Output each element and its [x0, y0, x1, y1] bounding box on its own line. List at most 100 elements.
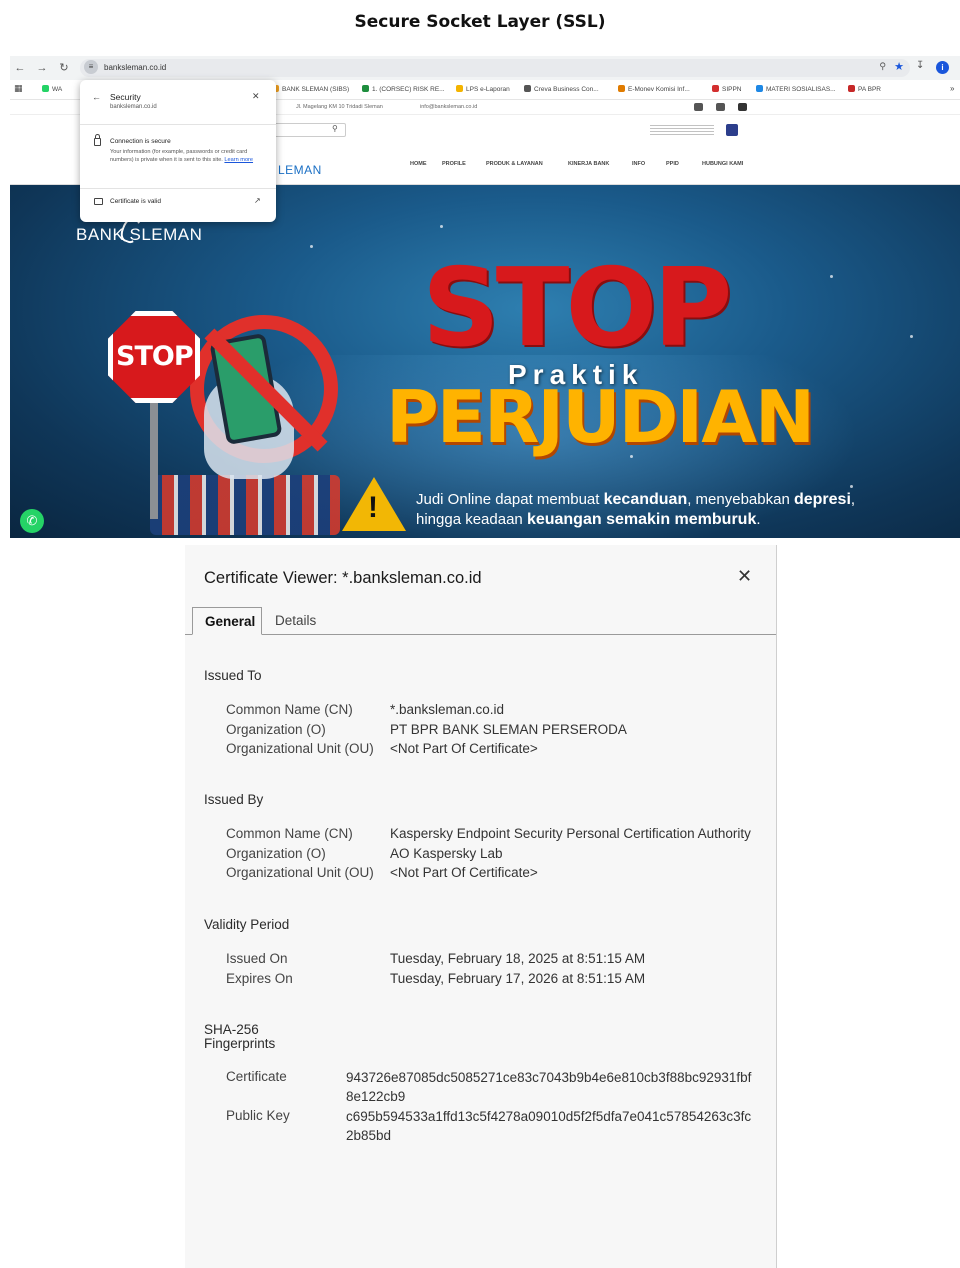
divider: [80, 188, 276, 189]
download-icon[interactable]: ↧: [916, 60, 924, 71]
stop-sign-text: STOP: [116, 341, 194, 372]
issued-to-cn-value: *.banksleman.co.id: [390, 702, 505, 717]
document-title: Secure Socket Layer (SSL): [354, 12, 606, 32]
lps-icon: [456, 85, 463, 92]
certificate-viewer: Certificate Viewer: *.banksleman.co.id ✕…: [185, 545, 777, 1268]
certificate-fingerprint-label: Certificate: [226, 1069, 287, 1084]
menu-kinerja-bank[interactable]: KINERJA BANK: [568, 161, 609, 167]
back-arrow-icon[interactable]: ←: [92, 92, 101, 102]
warning-exclamation: !: [368, 491, 378, 524]
hero-praktik-heading: Praktik: [508, 359, 644, 390]
bookmark-lps[interactable]: LPS e-Laporan: [456, 85, 510, 93]
learn-more-link[interactable]: Learn more: [224, 157, 253, 163]
menu-ppid[interactable]: PPID: [666, 161, 679, 167]
issued-on-label: Issued On: [226, 951, 288, 966]
sparkle: [910, 335, 913, 338]
profile-icon[interactable]: i: [936, 61, 949, 74]
certificate-icon: [94, 198, 103, 205]
fingerprints-heading: Fingerprints: [204, 1036, 276, 1051]
instagram-icon[interactable]: [694, 103, 703, 111]
expires-on-value: Tuesday, February 17, 2026 at 8:51:15 AM: [390, 971, 646, 986]
menu-hubungi-kami[interactable]: HUBUNGI KAMI: [702, 161, 743, 167]
site-info-icon[interactable]: ≡: [84, 60, 98, 74]
issued-to-heading: Issued To: [204, 668, 262, 683]
more-bookmarks-icon[interactable]: »: [950, 84, 954, 93]
connection-secure-description: Your information (for example, passwords…: [110, 149, 254, 164]
close-icon[interactable]: ✕: [252, 91, 260, 102]
emonev-icon: [618, 85, 625, 92]
tab-general[interactable]: General: [192, 607, 262, 635]
hero-caption-line1: Judi Online dapat membuat kecanduan, men…: [416, 491, 856, 508]
ojk-notice: [650, 125, 714, 137]
validity-heading: Validity Period: [204, 917, 290, 932]
site-logo[interactable]: LEMAN: [278, 163, 322, 177]
address-bar[interactable]: ≡ banksleman.co.id ⚲ ★: [80, 59, 910, 77]
sparkle: [310, 245, 313, 248]
bookmark-star-icon[interactable]: ★: [894, 60, 904, 73]
sippn-icon: [712, 85, 719, 92]
ojk-logo: [726, 124, 738, 136]
reload-icon[interactable]: ↻: [56, 60, 72, 76]
certificate-valid-button[interactable]: Certificate is valid: [110, 198, 161, 205]
hero-brand: BANK SLEMAN: [76, 225, 203, 244]
security-popup-domain: banksleman.co.id: [110, 104, 157, 110]
open-external-icon[interactable]: ↗: [254, 196, 261, 205]
public-key-fingerprint-label: Public Key: [226, 1108, 290, 1123]
hero-caption-line2: hingga keadaan keuangan semakin memburuk…: [416, 511, 761, 528]
issued-to-ou-value: <Not Part Of Certificate>: [390, 741, 538, 756]
site-address: Jl. Magelang KM 10 Tridadi Sleman: [296, 104, 383, 110]
browser-window: ← → ↻ ≡ banksleman.co.id ⚲ ★ ↧ i ▦ WA BA…: [10, 56, 960, 538]
browser-toolbar: ← → ↻ ≡ banksleman.co.id ⚲ ★ ↧ i: [10, 56, 960, 80]
hero-perjudian-heading: PERJUDIAN: [386, 375, 815, 459]
stop-sign-pole: [150, 399, 158, 519]
sparkle: [830, 275, 833, 278]
bookmark-sippn[interactable]: SIPPN: [712, 85, 742, 93]
forward-icon[interactable]: →: [34, 60, 50, 76]
tab-details[interactable]: Details: [263, 607, 328, 635]
creva-icon: [524, 85, 531, 92]
bookmark-pa-bpr[interactable]: PA BPR: [848, 85, 881, 93]
expires-on-label: Expires On: [226, 971, 293, 986]
issued-by-ou-value: <Not Part Of Certificate>: [390, 865, 538, 880]
menu-home[interactable]: HOME: [410, 161, 427, 167]
whatsapp-icon: [42, 85, 49, 92]
issued-by-cn-label: Common Name (CN): [226, 826, 353, 841]
casino-chips-illustration: [150, 475, 340, 535]
bookmark-wa[interactable]: WA: [42, 85, 62, 93]
certificate-viewer-title: Certificate Viewer: *.banksleman.co.id: [204, 569, 482, 587]
whatsapp-chat-button[interactable]: ✆: [20, 509, 44, 533]
youtube-icon[interactable]: [738, 103, 747, 111]
address-url: banksleman.co.id: [104, 63, 167, 72]
sparkle: [440, 225, 443, 228]
issued-by-heading: Issued By: [204, 792, 264, 807]
sheets-icon: [362, 85, 369, 92]
bookmark-materi[interactable]: MATERI SOSIALISAS...: [756, 85, 836, 93]
site-email[interactable]: info@banksleman.co.id: [420, 104, 477, 110]
facebook-icon[interactable]: [716, 103, 725, 111]
hero-banner: BANK SLEMAN STOP STOP PERJUDIAN Praktik …: [10, 185, 960, 538]
bookmark-sibs[interactable]: BANK SLEMAN (SIBS): [272, 85, 349, 93]
close-icon[interactable]: ✕: [737, 566, 752, 587]
divider: [80, 124, 276, 125]
issued-to-o-value: PT BPR BANK SLEMAN PERSERODA: [390, 722, 627, 737]
back-icon[interactable]: ←: [12, 60, 28, 76]
search-icon[interactable]: ⚲: [332, 124, 338, 133]
certificate-fingerprint-value: 943726e87085dc5085271ce83c7043b9b4e6e810…: [346, 1070, 752, 1104]
issued-by-cn-value: Kaspersky Endpoint Security Personal Cer…: [390, 826, 751, 841]
issued-by-ou-label: Organizational Unit (OU): [226, 865, 374, 880]
issued-by-o-label: Organization (O): [226, 846, 326, 861]
bookmark-creva[interactable]: Creva Business Con...: [524, 85, 599, 93]
public-key-fingerprint-value: c695b594533a1ffd13c5f4278a09010d5f2f5dfa…: [346, 1109, 752, 1143]
lock-icon: [94, 134, 101, 146]
apps-grid-icon[interactable]: ▦: [14, 83, 23, 94]
sparkle: [850, 485, 853, 488]
bookmark-corsec[interactable]: 1. (CORSEC) RISK RE...: [362, 85, 445, 93]
bookmark-emonev[interactable]: E-Monev Komisi Inf...: [618, 85, 690, 93]
issued-to-ou-label: Organizational Unit (OU): [226, 741, 374, 756]
issued-to-cn-label: Common Name (CN): [226, 702, 353, 717]
zoom-icon[interactable]: ⚲: [879, 61, 886, 72]
issued-to-o-label: Organization (O): [226, 722, 326, 737]
menu-profile[interactable]: PROFILE: [442, 161, 466, 167]
menu-produk-layanan[interactable]: PRODUK & LAYANAN: [486, 161, 543, 167]
menu-info[interactable]: INFO: [632, 161, 645, 167]
